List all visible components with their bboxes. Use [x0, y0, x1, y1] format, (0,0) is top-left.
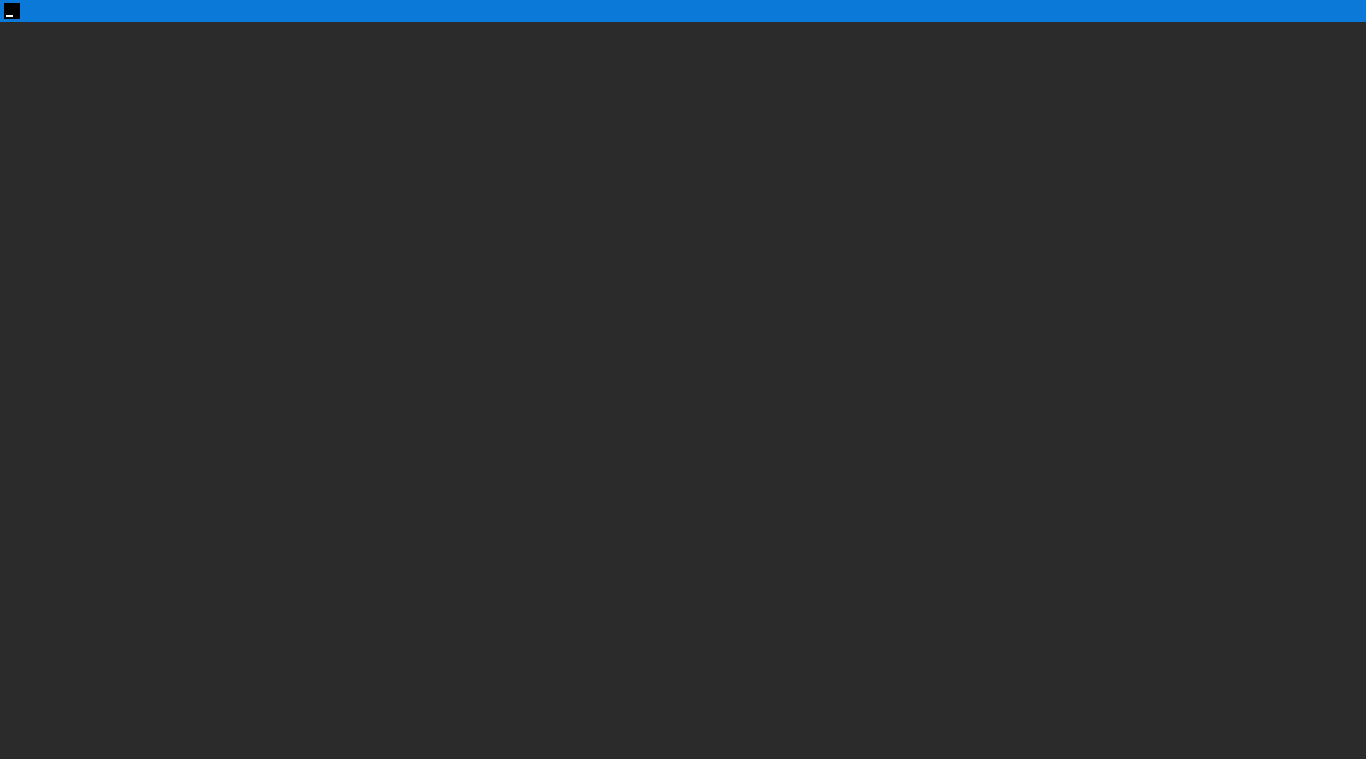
pycharm-logo	[4, 3, 20, 19]
title-bar	[0, 0, 1366, 22]
